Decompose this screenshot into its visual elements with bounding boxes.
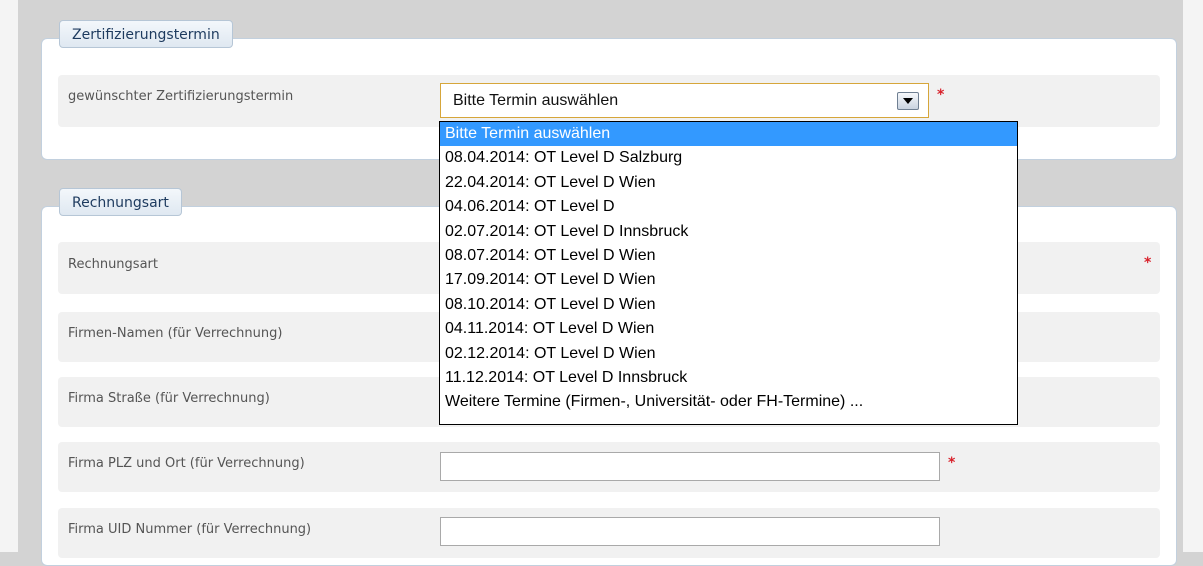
dropdown-option[interactable]: 22.04.2014: OT Level D Wien [440, 171, 1017, 195]
legend-zertifizierungstermin: Zertifizierungstermin [59, 20, 233, 48]
page-left-margin [0, 0, 18, 552]
dropdown-option[interactable]: Bitte Termin auswählen [440, 122, 1017, 147]
dropdown-option[interactable]: 04.06.2014: OT Level D [440, 195, 1017, 219]
legend-rechnungsart: Rechnungsart [59, 188, 182, 216]
dropdown-button[interactable] [897, 92, 919, 110]
dropdown-option[interactable]: 08.07.2014: OT Level D Wien [440, 244, 1017, 268]
dropdown-option[interactable]: 11.12.2014: OT Level D Innsbruck [440, 366, 1017, 390]
termin-dropdown-list[interactable]: Bitte Termin auswählen 08.04.2014: OT Le… [439, 121, 1018, 425]
dropdown-option[interactable]: 08.10.2014: OT Level D Wien [440, 293, 1017, 317]
dropdown-option[interactable]: Weitere Termine (Firmen-, Universität- o… [440, 390, 1017, 414]
dropdown-option[interactable]: 08.04.2014: OT Level D Salzburg [440, 146, 1017, 170]
dropdown-option[interactable]: 17.09.2014: OT Level D Wien [440, 268, 1017, 292]
chevron-down-icon [903, 98, 913, 104]
label-firma-uid: Firma UID Nummer (für Verrechnung) [68, 522, 312, 537]
label-firmen-namen: Firmen-Namen (für Verrechnung) [68, 326, 283, 341]
select-current-value: Bitte Termin auswählen [453, 92, 619, 109]
page-right-margin [1183, 0, 1203, 552]
label-zertifizierungstermin: gewünschter Zertifizierungstermin [68, 89, 294, 104]
dropdown-option[interactable]: 04.11.2014: OT Level D Wien [440, 317, 1017, 341]
zertifizierungstermin-select[interactable]: Bitte Termin auswählen [440, 83, 929, 118]
dropdown-option[interactable]: 02.07.2014: OT Level D Innsbruck [440, 220, 1017, 244]
required-marker-rechnungsart: * [1144, 255, 1152, 271]
firma-plz-ort-input[interactable] [440, 452, 940, 481]
required-marker-plz-ort: * [948, 455, 956, 471]
dropdown-option[interactable]: 02.12.2014: OT Level D Wien [440, 342, 1017, 366]
label-firma-plz-ort: Firma PLZ und Ort (für Verrechnung) [68, 456, 305, 471]
required-marker-termin: * [937, 87, 945, 103]
label-firma-strasse: Firma Straße (für Verrechnung) [68, 391, 270, 406]
label-rechnungsart: Rechnungsart [68, 257, 158, 272]
firma-uid-input[interactable] [440, 517, 940, 546]
